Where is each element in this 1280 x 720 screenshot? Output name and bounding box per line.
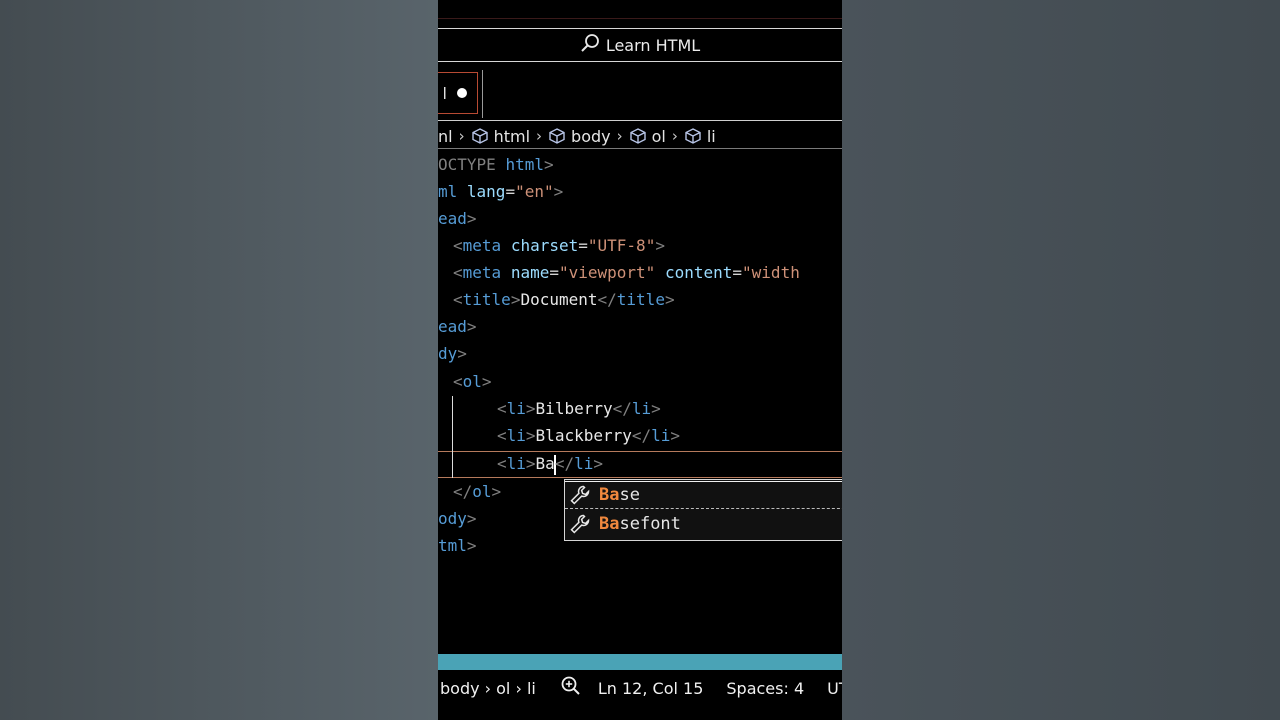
code-line-11: <li>Blackberry</li>	[497, 426, 681, 445]
breadcrumb-item-body[interactable]: body	[548, 127, 611, 146]
code-line-13: </ol>	[453, 482, 502, 501]
attr-name: charset	[510, 236, 579, 255]
command-center-search[interactable]: Learn HTML	[438, 28, 842, 62]
tag-name: tml	[438, 536, 467, 555]
wrench-icon	[570, 514, 590, 534]
cube-icon	[471, 128, 488, 144]
title-divider	[438, 18, 842, 19]
code-line-8: dy>	[438, 344, 467, 363]
editor-window: Learn HTML l nl › html › body › ol › li	[438, 0, 842, 720]
code-line-9: <ol>	[453, 372, 492, 391]
search-icon	[580, 33, 600, 57]
breadcrumb-item-li[interactable]: li	[684, 127, 716, 146]
encoding-setting[interactable]: UTF	[827, 679, 842, 698]
text-content: Blackberry	[535, 426, 632, 445]
breadcrumb-label: ol	[651, 126, 666, 146]
code-line-4: <meta charset="UTF-8">	[453, 236, 665, 255]
cube-icon	[549, 128, 565, 144]
attr-equals: =	[505, 182, 516, 201]
code-line-15: tml>	[438, 536, 477, 555]
text-content: Document	[520, 290, 598, 309]
tag-name: ol	[462, 372, 482, 391]
tag-name: ead	[438, 209, 467, 228]
suggestion-rest: se	[619, 485, 640, 505]
status-accent-bar	[438, 654, 842, 670]
breadcrumb-item-file[interactable]: nl	[438, 127, 453, 146]
background-left	[0, 0, 438, 720]
code-line-10: <li>Bilberry</li>	[497, 399, 661, 418]
chevron-right-icon: ›	[458, 127, 465, 145]
tag-name: ead	[438, 317, 467, 336]
attr-name: lang	[466, 182, 506, 201]
indentation-setting[interactable]: Spaces: 4	[726, 679, 804, 698]
code-line-2: ml lang="en">	[438, 182, 564, 201]
attr-value: "width	[742, 263, 800, 282]
cube-icon	[685, 128, 701, 144]
suggestion-match: Ba	[599, 514, 620, 534]
breadcrumb-label: html	[493, 126, 531, 146]
code-line-6: <title>Document</title>	[453, 290, 675, 309]
tag-name: li	[506, 426, 526, 445]
code-line-5: <meta name="viewport" content="width	[453, 263, 800, 282]
zoom-icon[interactable]	[560, 675, 582, 701]
status-breadcrumb[interactable]: body › ol › li	[440, 679, 536, 698]
background-right	[842, 0, 1280, 720]
doctype-keyword: OCTYPE	[438, 155, 506, 174]
code-editor[interactable]: OCTYPE html> ml lang="en"> ead> <meta ch…	[438, 150, 842, 650]
breadcrumb-item-ol[interactable]: ol	[629, 127, 666, 146]
tag-name: meta	[462, 236, 502, 255]
attr-name: content	[664, 263, 733, 282]
unsaved-dot-icon[interactable]	[457, 88, 467, 98]
status-bar: body › ol › li Ln 12, Col 15 Spaces: 4 U…	[438, 672, 842, 704]
suggestion-base[interactable]: Base	[565, 481, 842, 509]
breadcrumb-label: li	[706, 126, 716, 146]
tab-separator	[482, 70, 483, 118]
tag-name: ody	[438, 509, 467, 528]
attr-value: "UTF-8"	[587, 236, 656, 255]
code-line-7: ead>	[438, 317, 477, 336]
attr-name: name	[510, 263, 550, 282]
code-line-3: ead>	[438, 209, 477, 228]
indent-guide	[452, 396, 453, 478]
suggestion-match: Ba	[599, 485, 620, 505]
search-label: Learn HTML	[605, 35, 701, 55]
tag-name: title	[462, 290, 511, 309]
wrench-icon	[570, 485, 590, 505]
tag-name: li	[506, 399, 526, 418]
code-line-12: <li>Ba</li>	[497, 454, 603, 475]
breadcrumb-item-html[interactable]: html	[471, 127, 530, 146]
cube-icon	[629, 128, 646, 144]
suggestion-rest: sefont	[619, 514, 681, 534]
tag-name: dy	[438, 344, 458, 363]
breadcrumb: nl › html › body › ol › li	[438, 124, 842, 149]
breadcrumb-label: nl	[438, 126, 453, 146]
attr-value: "en"	[515, 182, 554, 201]
text-content: Bilberry	[535, 399, 613, 418]
tag-name: ml	[438, 182, 467, 201]
tag-name: li	[506, 454, 526, 473]
tag-name: ol	[472, 482, 492, 501]
suggestion-basefont[interactable]: Basefont	[565, 510, 842, 538]
editor-tab[interactable]: l	[438, 72, 478, 114]
autocomplete-popup: Base Basefont	[564, 479, 842, 541]
chevron-right-icon: ›	[671, 127, 678, 145]
tab-bar: l	[438, 70, 842, 121]
text-content: Ba	[535, 454, 555, 473]
code-line-1: OCTYPE html>	[438, 155, 554, 174]
doctype-name: html	[505, 155, 544, 174]
tag-name: meta	[462, 263, 502, 282]
chevron-right-icon: ›	[536, 127, 543, 145]
code-line-14: ody>	[438, 509, 477, 528]
attr-value: "viewport"	[558, 263, 656, 282]
chevron-right-icon: ›	[616, 127, 623, 145]
breadcrumb-label: body	[571, 126, 611, 146]
cursor-position[interactable]: Ln 12, Col 15	[598, 679, 704, 698]
tab-label: l	[442, 83, 447, 103]
